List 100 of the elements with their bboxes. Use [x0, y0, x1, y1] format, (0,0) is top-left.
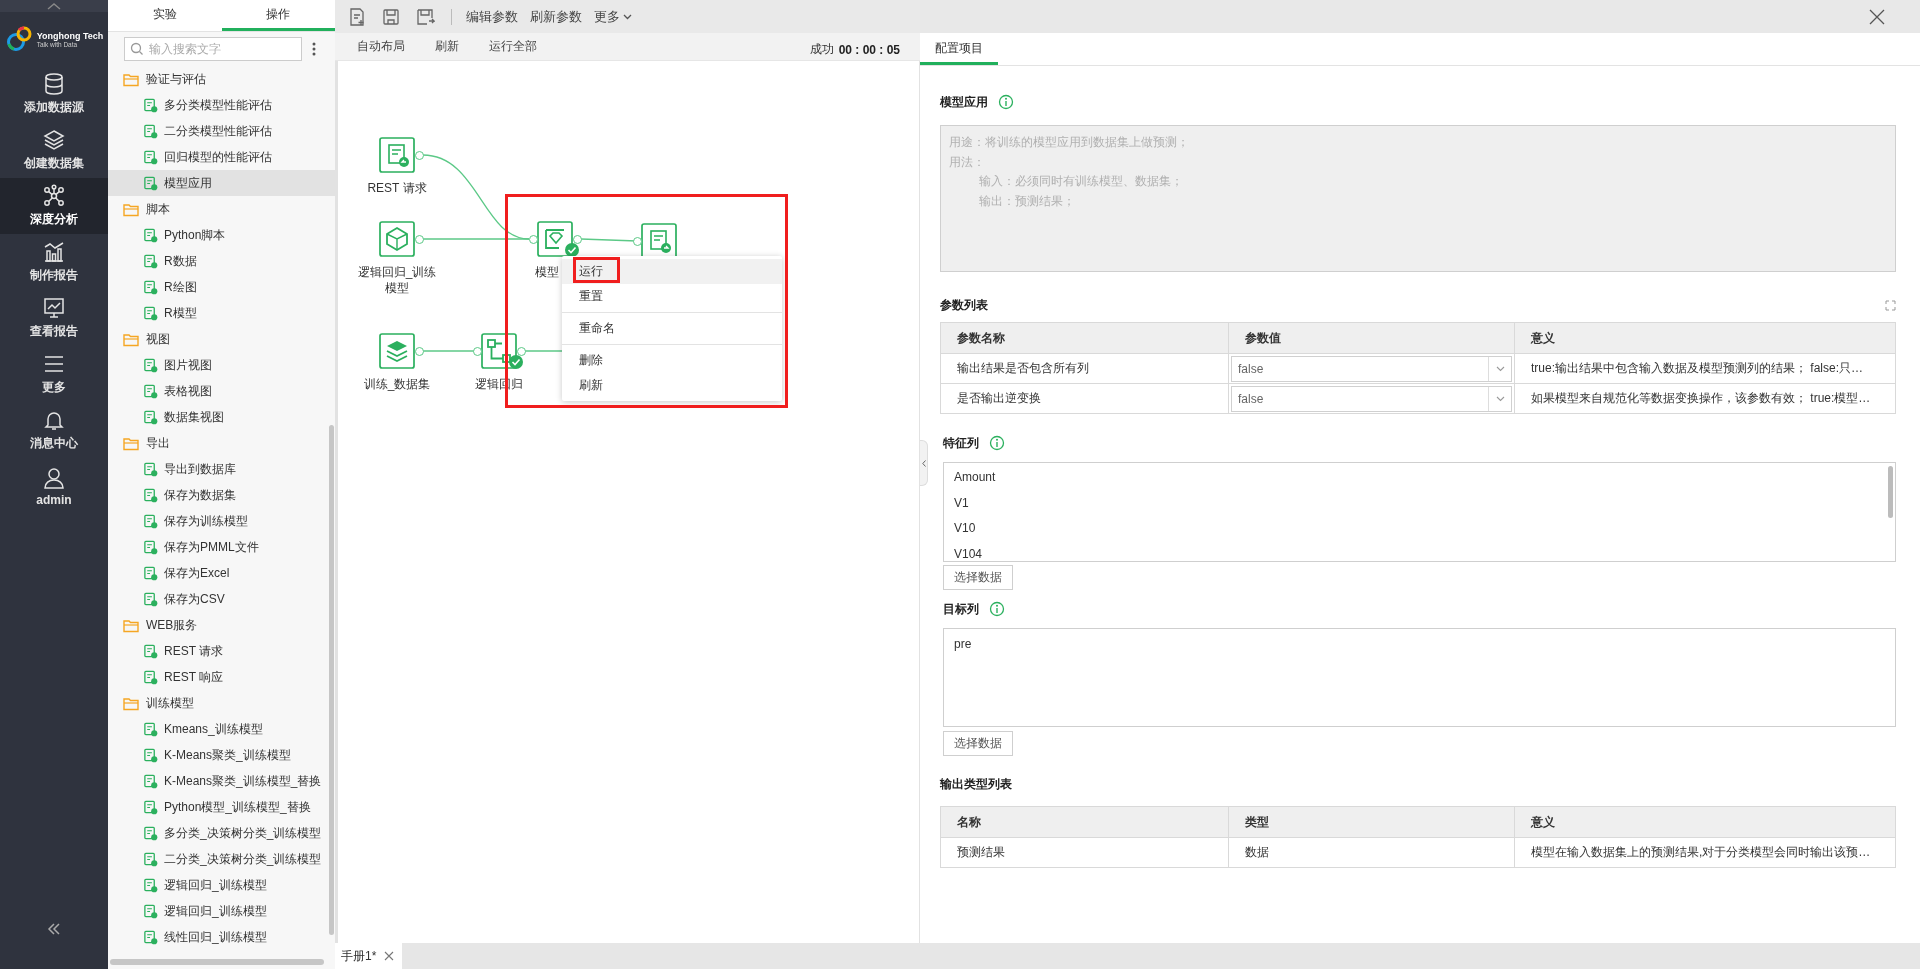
document-tab[interactable]: 手册1*	[335, 943, 403, 969]
document-icon	[143, 799, 158, 815]
document-icon	[143, 383, 158, 399]
tree-item[interactable]: REST 响应	[108, 664, 335, 690]
flow-node[interactable]	[481, 333, 517, 369]
elapsed-time: 00 : 00 : 05	[838, 42, 900, 57]
info-icon[interactable]	[989, 601, 1005, 617]
menu-item[interactable]: 刷新	[562, 373, 782, 398]
list-item[interactable]: Amount	[954, 465, 1895, 491]
table-cell: 数据	[1229, 838, 1515, 868]
tree-item[interactable]: Python模型_训练模型_替换	[108, 794, 335, 820]
toolbar-button[interactable]: 编辑参数	[466, 7, 518, 26]
nav-item[interactable]: 查看报告	[0, 290, 108, 346]
tree-item[interactable]: K-Means聚类_训练模型_替换	[108, 768, 335, 794]
tree-item[interactable]: 回归模型的性能评估	[108, 144, 335, 170]
tree-item[interactable]: 多分类_决策树分类_训练模型	[108, 820, 335, 846]
connection-port	[415, 151, 424, 160]
close-icon[interactable]	[384, 951, 395, 961]
add-document-icon[interactable]	[347, 6, 367, 27]
description-line: 输入：必须同时有训练模型、数据集；	[978, 173, 1184, 190]
search-field[interactable]: 输入搜索文字	[124, 37, 302, 61]
menu-item[interactable]: 删除	[562, 348, 782, 373]
tree-item[interactable]: 图片视图	[108, 352, 335, 378]
tree-item[interactable]: 逻辑回归_训练模型	[108, 872, 335, 898]
scrollbar[interactable]	[110, 959, 324, 965]
tree-item[interactable]: 保存为CSV	[108, 586, 335, 612]
canvas-toolbar-button[interactable]: 自动布局	[357, 38, 405, 55]
nav-item[interactable]: 添加数据源	[0, 66, 108, 122]
list-item[interactable]: V1	[954, 490, 1895, 516]
section-title: 模型应用	[940, 93, 988, 111]
canvas-toolbar-button[interactable]: 刷新	[435, 38, 459, 55]
nav-item[interactable]: 制作报告	[0, 234, 108, 290]
flow-node[interactable]	[379, 221, 415, 257]
tree-item[interactable]: 保存为PMML文件	[108, 534, 335, 560]
menu-item[interactable]: 重命名	[562, 316, 782, 341]
collapse-icon[interactable]	[47, 923, 61, 935]
tree-folder[interactable]: 脚本	[108, 196, 335, 222]
list-item[interactable]: V104	[954, 541, 1895, 561]
tree-folder[interactable]: 导出	[108, 430, 335, 456]
tree-folder[interactable]: 视图	[108, 326, 335, 352]
tree-item[interactable]: Kmeans_训练模型	[108, 716, 335, 742]
tree-item[interactable]: 二分类模型性能评估	[108, 118, 335, 144]
value-select[interactable]: false	[1231, 355, 1512, 382]
save-icon[interactable]	[381, 6, 401, 27]
tree-item[interactable]: K-Means聚类_训练模型	[108, 742, 335, 768]
table-cell: 预测结果	[941, 838, 1229, 868]
canvas-toolbar-button[interactable]: 运行全部	[489, 38, 537, 55]
sidebar-tab[interactable]: 实验	[108, 0, 222, 31]
expand-icon[interactable]	[1885, 299, 1896, 311]
tree-folder[interactable]: 训练模型	[108, 690, 335, 716]
nav-item[interactable]: admin	[0, 458, 108, 514]
more-button[interactable]: 更多	[594, 7, 632, 26]
tree-item[interactable]: REST 请求	[108, 638, 335, 664]
tree-folder[interactable]: WEB服务	[108, 612, 335, 638]
tree-item[interactable]: 保存为Excel	[108, 560, 335, 586]
tree-item[interactable]: R数据	[108, 248, 335, 274]
scrollbar[interactable]	[1888, 466, 1893, 518]
info-icon[interactable]	[989, 435, 1005, 451]
collapse-handle[interactable]	[920, 440, 928, 486]
tree-item[interactable]: R绘图	[108, 274, 335, 300]
tree-item[interactable]: R模型	[108, 300, 335, 326]
flow-node[interactable]	[379, 333, 415, 369]
tree-item[interactable]: 导出到数据库	[108, 456, 335, 482]
tree-item[interactable]: 保存为数据集	[108, 482, 335, 508]
tree-item[interactable]: 模型应用	[108, 170, 335, 196]
select-data-button[interactable]: 选择数据	[943, 731, 1013, 756]
tree-item[interactable]: 线性回归_训练模型	[108, 924, 335, 950]
scrollbar[interactable]	[329, 425, 334, 935]
nav-item[interactable]: 更多	[0, 346, 108, 402]
flow-node[interactable]	[641, 223, 677, 259]
node-label: REST 请求	[366, 180, 428, 196]
tree-item[interactable]: 数据集视图	[108, 404, 335, 430]
tree-item[interactable]: Python脚本	[108, 222, 335, 248]
save-as-icon[interactable]	[415, 6, 435, 27]
tree-item[interactable]: 表格视图	[108, 378, 335, 404]
tree-item[interactable]: 二分类_决策树分类_训练模型	[108, 846, 335, 872]
toolbar-button[interactable]: 刷新参数	[530, 7, 582, 26]
run-status: 成功	[809, 41, 834, 58]
folder-label: 脚本	[146, 200, 170, 218]
list-item[interactable]: V10	[954, 516, 1895, 542]
target-field[interactable]: pre	[943, 628, 1896, 727]
menu-item[interactable]: 重置	[562, 284, 782, 309]
value-select[interactable]: false	[1231, 385, 1512, 412]
tree-item[interactable]: 多分类模型性能评估	[108, 92, 335, 118]
nav-item[interactable]: 创建数据集	[0, 122, 108, 178]
tree-folder[interactable]: 验证与评估	[108, 66, 335, 92]
info-icon[interactable]	[998, 94, 1014, 110]
flow-node[interactable]	[537, 221, 573, 257]
more-icon[interactable]	[312, 42, 316, 56]
nav-item[interactable]: 消息中心	[0, 402, 108, 458]
tree-item[interactable]: 保存为训练模型	[108, 508, 335, 534]
nav-item[interactable]: 深度分析	[0, 178, 108, 234]
chevron-up-icon[interactable]	[47, 2, 61, 10]
menu-item[interactable]: 运行	[562, 259, 782, 284]
panel-tab[interactable]: 配置项目	[920, 33, 998, 65]
connection-port	[473, 347, 482, 356]
flow-node[interactable]	[379, 137, 415, 173]
tree-item[interactable]: 逻辑回归_训练模型	[108, 898, 335, 924]
select-data-button[interactable]: 选择数据	[943, 565, 1013, 590]
close-icon[interactable]	[1869, 8, 1885, 25]
